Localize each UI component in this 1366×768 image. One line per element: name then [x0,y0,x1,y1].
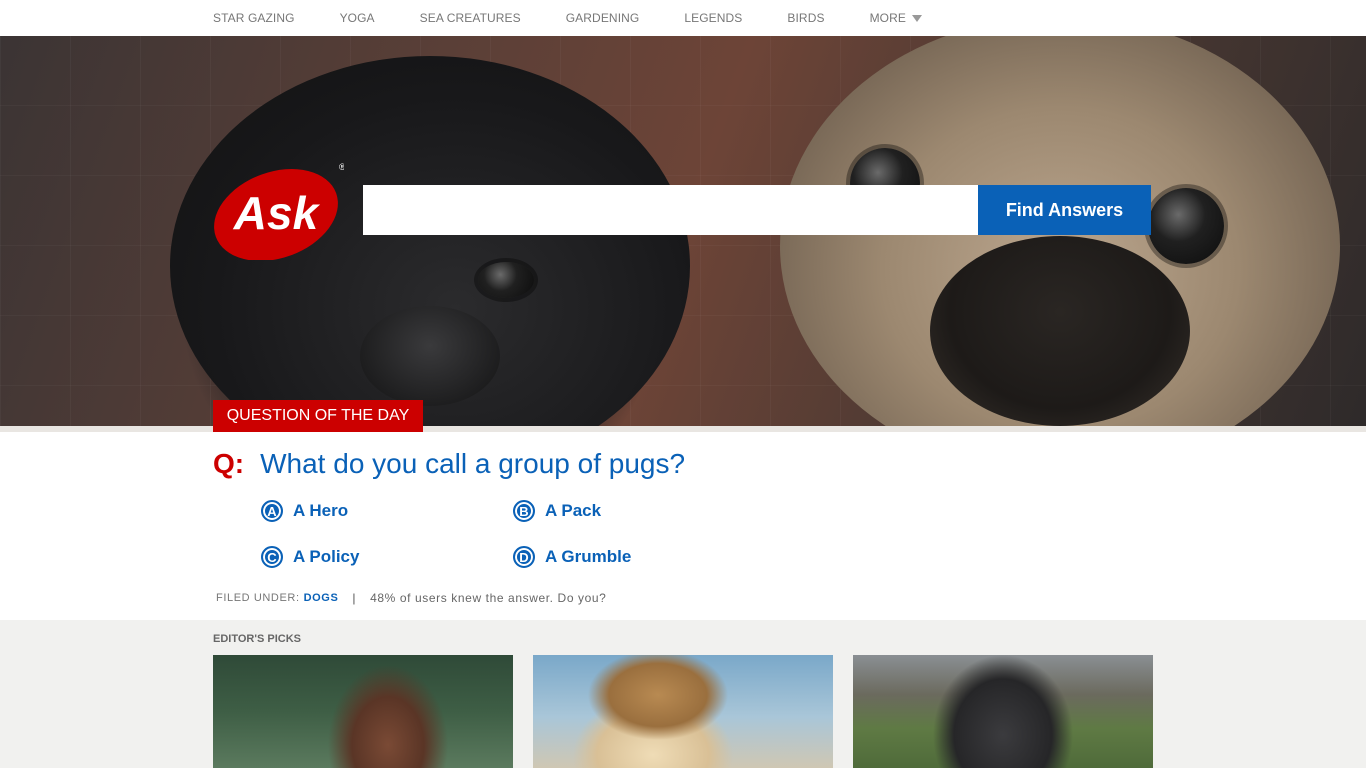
filed-under-info: FILED UNDER: DOGS | 48% of users knew th… [216,591,606,605]
answer-option-d[interactable]: D A Grumble [513,546,631,568]
editors-picks-section: EDITOR'S PICKS [0,620,1366,768]
category-link-dogs[interactable]: DOGS [304,592,339,604]
pick-card-weimaraner-image[interactable] [213,655,513,768]
search-input[interactable] [363,185,978,235]
black-pug-snout [360,306,500,406]
separator: | [352,591,357,605]
answer-option-b[interactable]: B A Pack [513,500,601,522]
answer-letter-badge: B [513,500,535,522]
caret-down-icon [911,15,922,22]
topic-nav-list: STAR GAZING YOGA SEA CREATURES GARDENING… [213,0,922,36]
top-nav: STAR GAZING YOGA SEA CREATURES GARDENING… [0,0,1366,36]
question-heading: Q: What do you call a group of pugs? [213,448,685,480]
nav-item-birds[interactable]: BIRDS [787,11,824,25]
pick-card-puppy-hat-image[interactable] [533,655,833,768]
question-text: What do you call a group of pugs? [260,448,686,479]
divider [0,426,1366,432]
nav-item-sea-creatures[interactable]: SEA CREATURES [420,11,521,25]
filed-under-label: FILED UNDER: [216,592,300,604]
find-answers-button[interactable]: Find Answers [978,185,1151,235]
answer-text: A Pack [545,501,602,520]
logo-text: Ask [233,187,321,239]
editors-picks-heading: EDITOR'S PICKS [213,633,301,645]
answer-text: A Grumble [545,547,632,566]
answer-letter-badge: A [261,500,283,522]
ask-logo-icon: Ask ® [214,163,344,260]
nav-more-dropdown[interactable]: MORE [870,11,922,25]
question-of-the-day-label: QUESTION OF THE DAY [213,400,423,432]
pug-eye [1148,188,1224,264]
answer-letter-badge: D [513,546,535,568]
answer-text: A Policy [293,547,360,566]
answer-text: A Hero [293,501,349,520]
svg-text:®: ® [339,163,344,172]
nav-item-yoga[interactable]: YOGA [340,11,375,25]
pick-card-hippo-image[interactable] [853,655,1153,768]
pug-eye [478,262,534,298]
answer-option-a[interactable]: A A Hero [261,500,348,522]
ask-logo[interactable]: Ask ® [212,163,344,260]
nav-more-label: MORE [869,11,906,25]
answer-stat-text: 48% of users knew the answer. Do you? [370,591,607,605]
search-form: Find Answers [363,185,1151,235]
nav-item-gardening[interactable]: GARDENING [566,11,640,25]
nav-item-star-gazing[interactable]: STAR GAZING [213,11,295,25]
question-prefix: Q: [213,448,245,479]
answer-letter-badge: C [261,546,283,568]
tan-pug-snout [930,236,1190,426]
nav-item-legends[interactable]: LEGENDS [684,11,742,25]
answer-option-c[interactable]: C A Policy [261,546,359,568]
